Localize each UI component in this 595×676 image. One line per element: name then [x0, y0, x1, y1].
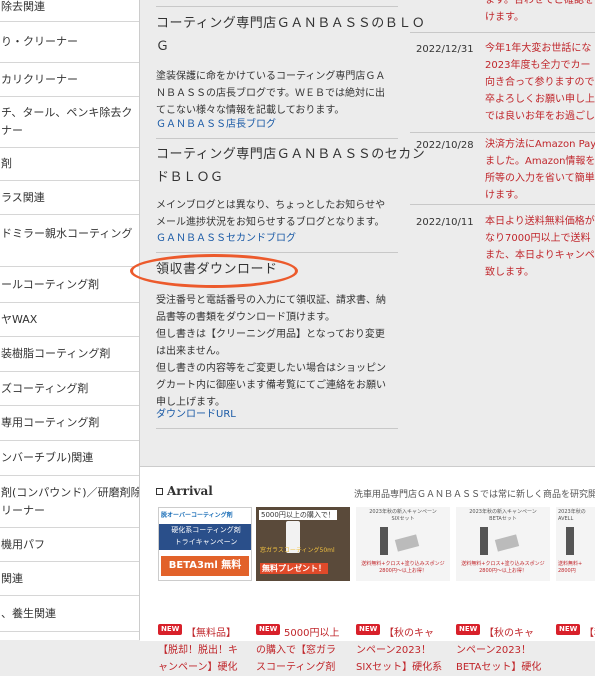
sidebar-item-label: 専用コーティング剤 — [1, 416, 100, 429]
news-date: 2022/12/31 — [416, 44, 474, 55]
product-name-text: 【秋のキャ ンペーン2023！ SIXセット】硬化系 — [356, 628, 443, 673]
sidebar-item-label: ラス関連 — [1, 190, 45, 204]
sidebar-item[interactable]: 剤 — [0, 148, 139, 181]
thumb-mid-text: 硬化系コーティング剤 トライキャンペーン — [159, 524, 251, 550]
arrival-title: Arrival — [167, 484, 213, 498]
arrival-subtitle: 洗車用品専門店ＧＡＮＢＡＳＳでは常に新しく商品を研究開 — [354, 490, 595, 500]
product-name-text: 【秋のキャ ンペーン2023！ BETAセット】硬化 — [456, 628, 542, 673]
sidebar-item-label: チ、タール、ペンキ除去ク ナー — [1, 106, 133, 137]
thumb-top-text: 2023年秋の新入キャンペーン BETAセット — [469, 509, 537, 522]
thumb-bottom-text: 送料無料+クロス+塗り込みスポンジ 2800円〜以上お得！ — [361, 561, 445, 574]
blog-description: メインブログとは異なり、ちょっとしたお知らせや メール進捗状況をお知らせするブロ… — [156, 200, 386, 228]
download-url-link[interactable]: ダウンロードURL — [156, 408, 236, 422]
blog-link[interactable]: ＧＡＮＢＡＳＳセカンドブログ — [156, 232, 296, 246]
highlight-oval — [130, 254, 298, 288]
sidebar-item-label: 機用パフ — [1, 537, 45, 551]
sidebar-item-label: 関連 — [1, 571, 23, 585]
arrival-heading: Arrival — [156, 484, 213, 498]
product-bottle — [566, 527, 574, 555]
sidebar-item[interactable]: 関連 — [0, 562, 139, 596]
arrival-section: Arrival 洗車用品専門店ＧＡＮＢＡＳＳでは常に新しく商品を研究開 脱オーバ… — [140, 466, 595, 673]
thumb-bottom-text: 無料プレゼント！ — [260, 563, 328, 574]
product-card[interactable]: 2023年秋の AVELL 送料無料+ 2800円 NEW 【秋 ンペーン AV… — [556, 507, 595, 641]
sidebar-item[interactable]: ズコーティング剤 — [0, 372, 139, 406]
product-thumbnail[interactable]: 5000円以上の購入で！ 窓ガラスコーティング50ml 無料プレゼント！ — [256, 507, 350, 581]
sidebar-item[interactable]: ンバーチブル)関連 — [0, 441, 139, 476]
thumb-bottom-text: BETA3ml 無料 — [161, 556, 249, 576]
product-name[interactable]: 【秋 ンペーン AVELLセ — [556, 625, 595, 641]
product-name[interactable]: 【秋のキャ ンペーン2023！ SIXセット】硬化系 — [356, 625, 452, 676]
receipt-download-description: 受注番号と電話番号の入力にて領収証、請求書、納 品書等の書類をダウンロード頂けま… — [156, 295, 386, 408]
product-name-text: 【秋 ンペーン AVELLセ — [584, 628, 595, 639]
blog-title: コーティング専門店ＧＡＮＢＡＳＳのセカン ドＢＬＯＧ — [156, 147, 426, 185]
thumb-bottom-text: 送料無料+ 2800円 — [558, 561, 583, 574]
sidebar-item[interactable]: ヤWAX — [0, 303, 139, 337]
sidebar-item[interactable]: 専用コーティング剤 — [0, 406, 139, 441]
news-column: ます。合わせてご確認を けます。 2022/12/31 今年1年大変お世話にな … — [410, 0, 595, 460]
sidebar-item[interactable]: カリクリーナー — [0, 63, 139, 97]
sidebar-item-label: カリクリーナー — [1, 72, 78, 86]
product-thumbnail[interactable]: 2023年秋の新入キャンペーン SIXセット 送料無料+クロス+塗り込みスポンジ… — [356, 507, 450, 581]
sidebar-item-label: 剤 — [1, 157, 12, 170]
sidebar-item-label: 剤(コンパウンド)／研磨剤除 リーナー — [1, 485, 139, 517]
sidebar-item[interactable]: 、養生関連 — [0, 596, 139, 632]
product-thumbnail[interactable]: 2023年秋の AVELL 送料無料+ 2800円 — [556, 507, 595, 581]
divider — [410, 32, 595, 33]
sidebar-item-label: ズコーティング剤 — [1, 381, 89, 395]
sidebar-item[interactable]: 剤(コンパウンド)／研磨剤除 リーナー — [0, 476, 139, 528]
sidebar-item[interactable]: 装樹脂コーティング剤 — [0, 337, 139, 372]
divider — [156, 6, 398, 7]
product-thumbnail[interactable]: 2023年秋の新入キャンペーン BETAセット 送料無料+クロス+塗り込みスポン… — [456, 507, 550, 581]
sidebar-item-label: ドミラー親水コーティング — [1, 227, 133, 240]
square-bullet-icon — [156, 488, 163, 495]
news-text[interactable]: ます。合わせてご確認を けます。 — [485, 0, 595, 26]
thumb-top-text: 脱オーバーコーティング剤 — [161, 512, 233, 519]
sidebar-item-label: り・クリーナー — [1, 35, 78, 48]
product-name-text: 5000円以上 の購入で【窓ガラ スコーティング剤 — [256, 628, 340, 673]
product-sponge — [394, 534, 420, 552]
divider — [410, 132, 595, 133]
blog-title: コーティング専門店ＧＡＮＢＡＳＳのＢＬＯ Ｇ — [156, 16, 426, 54]
news-text[interactable]: 決済方法にAmazon Pay ました。Amazon情報を 所等の入力を省いて簡… — [485, 136, 595, 204]
sidebar-item-label: 除去関連 — [1, 0, 45, 13]
blog-links-column: コーティング専門店ＧＡＮＢＡＳＳのＢＬＯ Ｇ 塗装保護に命をかけているコーティン… — [140, 0, 426, 460]
sidebar-item-label: 装樹脂コーティング剤 — [1, 347, 111, 360]
thumb-mid-text: 窓ガラスコーティング50ml — [260, 547, 335, 554]
news-text[interactable]: 今年1年大変お世話にな 2023年度も全力でカー 向き合って参りますので 卒よろ… — [485, 40, 595, 125]
product-name-text: 【無料品】 【脱却！脱出！キ ャンペーン】硬化 — [158, 628, 238, 673]
product-bottle — [380, 527, 388, 555]
thumb-bottom-text: 送料無料+クロス+塗り込みスポンジ 2800円〜以上お得！ — [461, 561, 545, 574]
sidebar-item[interactable]: り・クリーナー — [0, 22, 139, 63]
thumb-top-text: 2023年秋の AVELL — [558, 509, 586, 522]
blog-link[interactable]: ＧＡＮＢＡＳＳ店長ブログ — [156, 118, 276, 132]
thumb-top-text: 2023年秋の新入キャンペーン SIXセット — [369, 509, 437, 522]
news-text[interactable]: 本日より送料無料価格が なり7000円以上で送料 また、本日よりキャンペ 致しま… — [485, 213, 595, 281]
divider — [156, 138, 398, 139]
product-name[interactable]: 5000円以上 の購入で【窓ガラ スコーティング剤 — [256, 625, 352, 676]
sidebar-item-label: 、養生関連 — [1, 606, 56, 620]
product-thumbnail[interactable]: 脱オーバーコーティング剤 硬化系コーティング剤 トライキャンペーン BETA3m… — [158, 507, 252, 581]
sidebar-item-label: ンバーチブル)関連 — [1, 451, 94, 464]
product-bottle — [480, 527, 488, 555]
news-date: 2022/10/11 — [416, 217, 474, 228]
divider — [410, 204, 595, 205]
sidebar-item-label: ヤWAX — [1, 312, 38, 326]
sidebar-item[interactable]: ラス関連 — [0, 181, 139, 215]
divider — [156, 428, 398, 429]
news-date: 2022/10/28 — [416, 140, 474, 151]
category-sidebar: 除去関連 り・クリーナー カリクリーナー チ、タール、ペンキ除去ク ナー 剤 ラ… — [0, 0, 140, 640]
sidebar-item[interactable]: ールコーティング剤 — [0, 267, 139, 303]
blog-description: 塗装保護に命をかけているコーティング専門店ＧＡ ＮＢＡＳＳの店長ブログです。ＷＥ… — [156, 71, 386, 116]
sidebar-item[interactable]: 機用パフ — [0, 528, 139, 562]
sidebar-item[interactable]: 除去関連 — [0, 0, 139, 22]
product-name[interactable]: 【秋のキャ ンペーン2023！ BETAセット】硬化 — [456, 625, 552, 676]
thumb-top-text: 5000円以上の購入で！ — [259, 510, 337, 520]
divider — [156, 252, 398, 253]
sidebar-item-label: ールコーティング剤 — [1, 277, 100, 291]
sidebar-item[interactable]: ドミラー親水コーティング — [0, 215, 139, 267]
product-name[interactable]: 【無料品】 【脱却！脱出！キ ャンペーン】硬化 — [158, 625, 254, 676]
sidebar-item[interactable]: チ、タール、ペンキ除去ク ナー — [0, 97, 139, 148]
product-sponge — [494, 534, 520, 552]
